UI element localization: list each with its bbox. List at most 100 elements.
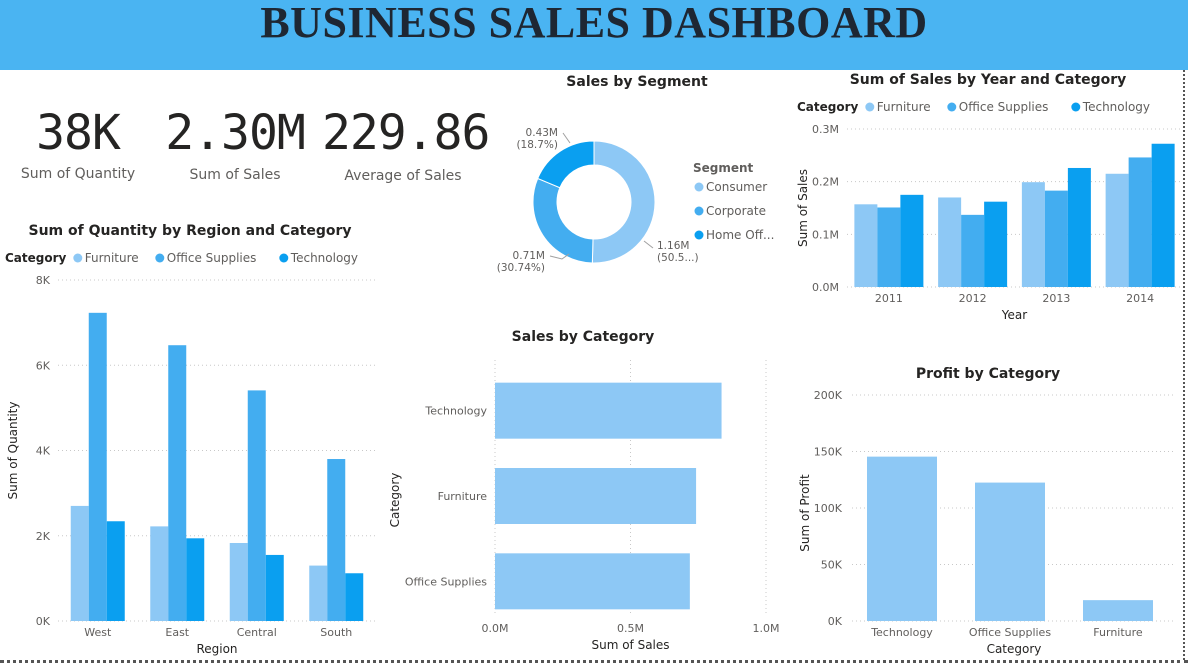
- legend-title: Category: [797, 100, 859, 114]
- chart-profit-by-category[interactable]: Profit by Category 0K 50K 100K 150K 200K Techn…: [790, 360, 1185, 660]
- x-tick-label: 0.5M: [617, 622, 644, 635]
- x-tick-label: 0.0M: [482, 622, 509, 635]
- data-label-value-home-off: 0.43M: [526, 127, 558, 139]
- bar-office-supplies-2011: [877, 207, 901, 287]
- bar-office-supplies-west: [88, 312, 107, 621]
- y-tick-label: 200K: [814, 389, 843, 402]
- bar-technology-east: [186, 538, 205, 621]
- y-axis-title: Sum of Quantity: [6, 402, 20, 500]
- y-tick-label: 100K: [814, 502, 843, 515]
- legend-title: Segment: [693, 161, 754, 175]
- legend-title: Category: [5, 251, 67, 265]
- chart-title: Profit by Category: [916, 366, 1060, 382]
- x-tick-label: Central: [237, 626, 277, 639]
- bar-furniture: [495, 468, 697, 524]
- chart-title: Sales by Segment: [566, 74, 708, 90]
- y-tick-label: 150K: [814, 446, 843, 459]
- legend-marker-corporate: [694, 206, 704, 216]
- legend-label-technology: Technology: [1082, 100, 1150, 114]
- kpi-avg-sales-value: 229.86: [322, 105, 490, 161]
- bar-technology-south: [345, 573, 364, 621]
- bar-furniture-2011: [854, 204, 878, 287]
- y-tick-label: 6K: [36, 359, 51, 372]
- legend-marker-consumer: [694, 182, 704, 192]
- y-tick-label: 0.1M: [812, 228, 839, 241]
- legend-label-home-off: Home Off...: [706, 228, 774, 242]
- bar-technology-2013: [1067, 167, 1091, 287]
- bar-furniture-south: [309, 565, 328, 621]
- x-tick-label: Furniture: [1093, 626, 1143, 639]
- x-tick-label: 1.0M: [753, 622, 780, 635]
- y-tick-label: 8K: [36, 274, 51, 287]
- legend-label-furniture: Furniture: [877, 100, 931, 114]
- bar-office-supplies: [975, 482, 1045, 621]
- data-label-pct-home-off: (18.7%): [516, 139, 558, 151]
- y-axis-title: Sum of Profit: [798, 474, 812, 552]
- data-label-pct-corporate: (30.74%): [497, 262, 545, 274]
- bar-furniture-2012: [938, 197, 962, 287]
- legend-marker-office-supplies: [947, 102, 957, 112]
- y-tick-label: 50K: [821, 559, 843, 572]
- chart-title: Sum of Sales by Year and Category: [850, 72, 1127, 88]
- y-tick-label: 2K: [36, 530, 51, 543]
- bar-furniture: [1083, 600, 1153, 621]
- y-tick-label: 4K: [36, 445, 51, 458]
- bar-technology: [495, 382, 722, 439]
- y-tick-label: 0K: [36, 615, 51, 628]
- bar-furniture-central: [229, 542, 248, 621]
- bar-office-supplies-east: [168, 345, 187, 621]
- y-tick-label: Furniture: [438, 490, 488, 503]
- kpi-quantity-value: 38K: [36, 105, 121, 161]
- chart-sales-by-segment[interactable]: Sales by Segment 1.16M(50.5...) 0.71M(30.7…: [495, 66, 785, 286]
- x-tick-label: South: [320, 626, 352, 639]
- legend-label-office-supplies: Office Supplies: [167, 251, 257, 265]
- y-tick-label: Office Supplies: [405, 575, 487, 588]
- bar-office-supplies-2013: [1044, 190, 1068, 287]
- bar-technology: [867, 456, 937, 621]
- y-tick-label: Technology: [424, 405, 487, 418]
- legend-marker-technology: [1071, 102, 1081, 112]
- legend-marker-technology: [279, 253, 289, 263]
- legend-marker-home-off: [694, 230, 704, 240]
- chart-quantity-by-region[interactable]: Sum of Quantity by Region and Category Ca…: [0, 218, 390, 660]
- x-tick-label: 2012: [959, 292, 987, 305]
- x-axis-title: Category: [987, 642, 1042, 656]
- legend-marker-office-supplies: [155, 253, 165, 263]
- legend-marker-furniture: [865, 102, 875, 112]
- y-tick-label: 0.2M: [812, 176, 839, 189]
- bar-office-supplies-south: [327, 459, 346, 621]
- bar-office-supplies-2012: [961, 214, 985, 287]
- y-tick-label: 0.0M: [812, 281, 839, 294]
- chart-sales-by-category[interactable]: Sales by Category 0.0M 0.5M 1.0M Technology F…: [380, 322, 790, 662]
- x-tick-label: Office Supplies: [969, 626, 1051, 639]
- legend-label-corporate: Corporate: [706, 204, 766, 218]
- y-axis-title: Category: [388, 473, 402, 528]
- y-tick-label: 0.3M: [812, 123, 839, 136]
- x-tick-label: 2011: [875, 292, 903, 305]
- kpi-sales-label: Sum of Sales: [189, 167, 281, 183]
- leader-line-home-off: [562, 132, 571, 144]
- bar-technology-2012: [984, 201, 1008, 287]
- data-label-value-corporate: 0.71M: [513, 250, 545, 262]
- y-tick-label: 0K: [828, 615, 843, 628]
- x-axis-title: Year: [1001, 308, 1027, 322]
- chart-sales-by-year[interactable]: Sum of Sales by Year and Category Categor…: [790, 66, 1185, 330]
- legend-label-consumer: Consumer: [706, 180, 767, 194]
- bar-furniture-east: [150, 526, 169, 621]
- legend-marker-furniture: [73, 253, 83, 263]
- x-axis-title: Sum of Sales: [591, 638, 669, 652]
- bar-office-supplies-central: [247, 390, 266, 621]
- dashboard-title: BUSINESS SALES DASHBOARD: [260, 0, 928, 47]
- bar-technology-2014: [1151, 143, 1175, 287]
- kpi-quantity-label: Sum of Quantity: [20, 166, 136, 182]
- x-tick-label: Technology: [870, 626, 933, 639]
- data-label-value-consumer: 1.16M: [657, 240, 689, 252]
- chart-title: Sales by Category: [512, 329, 655, 345]
- leader-line-consumer: [643, 240, 654, 249]
- legend-label-technology: Technology: [290, 251, 358, 265]
- x-tick-label: West: [84, 626, 112, 639]
- bar-furniture-west: [70, 505, 89, 621]
- bar-technology-central: [265, 554, 284, 621]
- bar-furniture-2013: [1021, 182, 1045, 287]
- bar-technology-west: [106, 521, 125, 621]
